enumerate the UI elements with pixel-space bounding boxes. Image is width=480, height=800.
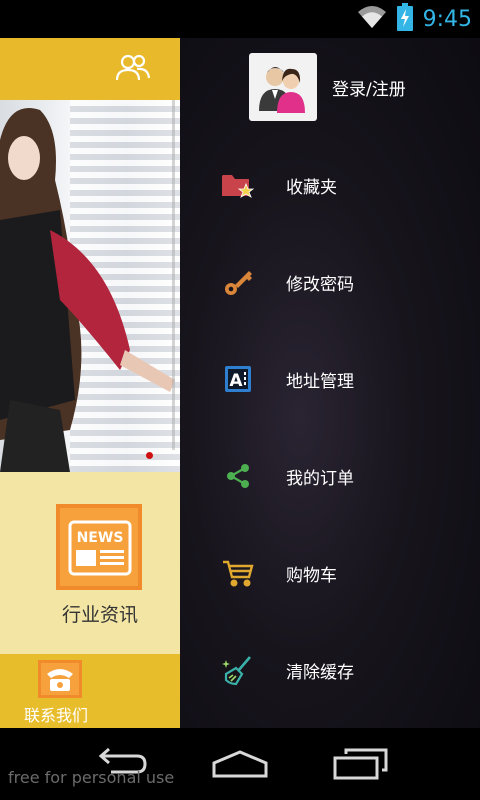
menu-label-cart: 购物车: [286, 565, 337, 586]
contact-us-button[interactable]: 联系我们: [0, 654, 180, 728]
wifi-icon: [357, 4, 387, 34]
svg-text:NEWS: NEWS: [77, 530, 124, 546]
menu-label-change-password: 修改密码: [286, 274, 354, 295]
key-icon: [220, 264, 256, 300]
menu-item-my-orders[interactable]: 我的订单: [220, 456, 460, 496]
banner-scroll-indicator: [172, 100, 175, 450]
news-tile[interactable]: NEWS 行业资讯: [0, 472, 180, 654]
status-icons: 9:45: [357, 0, 472, 38]
menu-item-address-management[interactable]: A 地址管理: [220, 359, 460, 399]
home-icon[interactable]: [210, 744, 270, 784]
promo-banner[interactable]: [0, 100, 180, 472]
contact-label: 联系我们: [24, 706, 89, 725]
menu-label-clear-cache: 清除缓存: [286, 662, 354, 683]
navigation-drawer: 登录/注册 收藏夹 修改密码 A 地址管理 我的订单 购物车 清除缓存: [180, 38, 480, 728]
watermark: free for personal use: [8, 768, 175, 787]
broom-icon: [220, 652, 256, 688]
address-book-icon: A: [220, 361, 256, 397]
page-indicator-dot[interactable]: [146, 452, 153, 459]
user-group-icon[interactable]: [114, 50, 152, 88]
avatar[interactable]: [249, 53, 317, 121]
folder-star-icon: [220, 167, 256, 203]
battery-charging-icon: [396, 3, 413, 35]
telephone-icon: [38, 660, 82, 698]
users-avatar-icon: [259, 67, 305, 113]
menu-label-my-orders: 我的订单: [286, 468, 354, 489]
recents-icon[interactable]: [330, 744, 390, 784]
menu-item-clear-cache[interactable]: 清除缓存: [220, 650, 460, 690]
share-icon: [220, 458, 256, 494]
main-content-peek: NEWS 行业资讯 联系我们: [0, 38, 180, 728]
model-image: [0, 108, 175, 472]
news-label: 行业资讯: [61, 604, 138, 626]
menu-item-favorites[interactable]: 收藏夹: [220, 165, 460, 205]
login-register-link[interactable]: 登录/注册: [332, 75, 406, 100]
menu-label-address-management: 地址管理: [286, 371, 354, 392]
menu-item-change-password[interactable]: 修改密码: [220, 262, 460, 302]
svg-text:A: A: [229, 371, 243, 391]
login-header[interactable]: 登录/注册: [249, 53, 406, 121]
status-time: 9:45: [422, 6, 472, 32]
status-bar: 9:45: [0, 0, 480, 38]
menu-label-favorites: 收藏夹: [286, 177, 337, 198]
cart-icon: [220, 555, 256, 591]
menu-item-cart[interactable]: 购物车: [220, 553, 460, 593]
news-icon: NEWS: [56, 504, 142, 590]
top-bar: [0, 38, 180, 100]
system-navigation-bar: [0, 728, 480, 800]
